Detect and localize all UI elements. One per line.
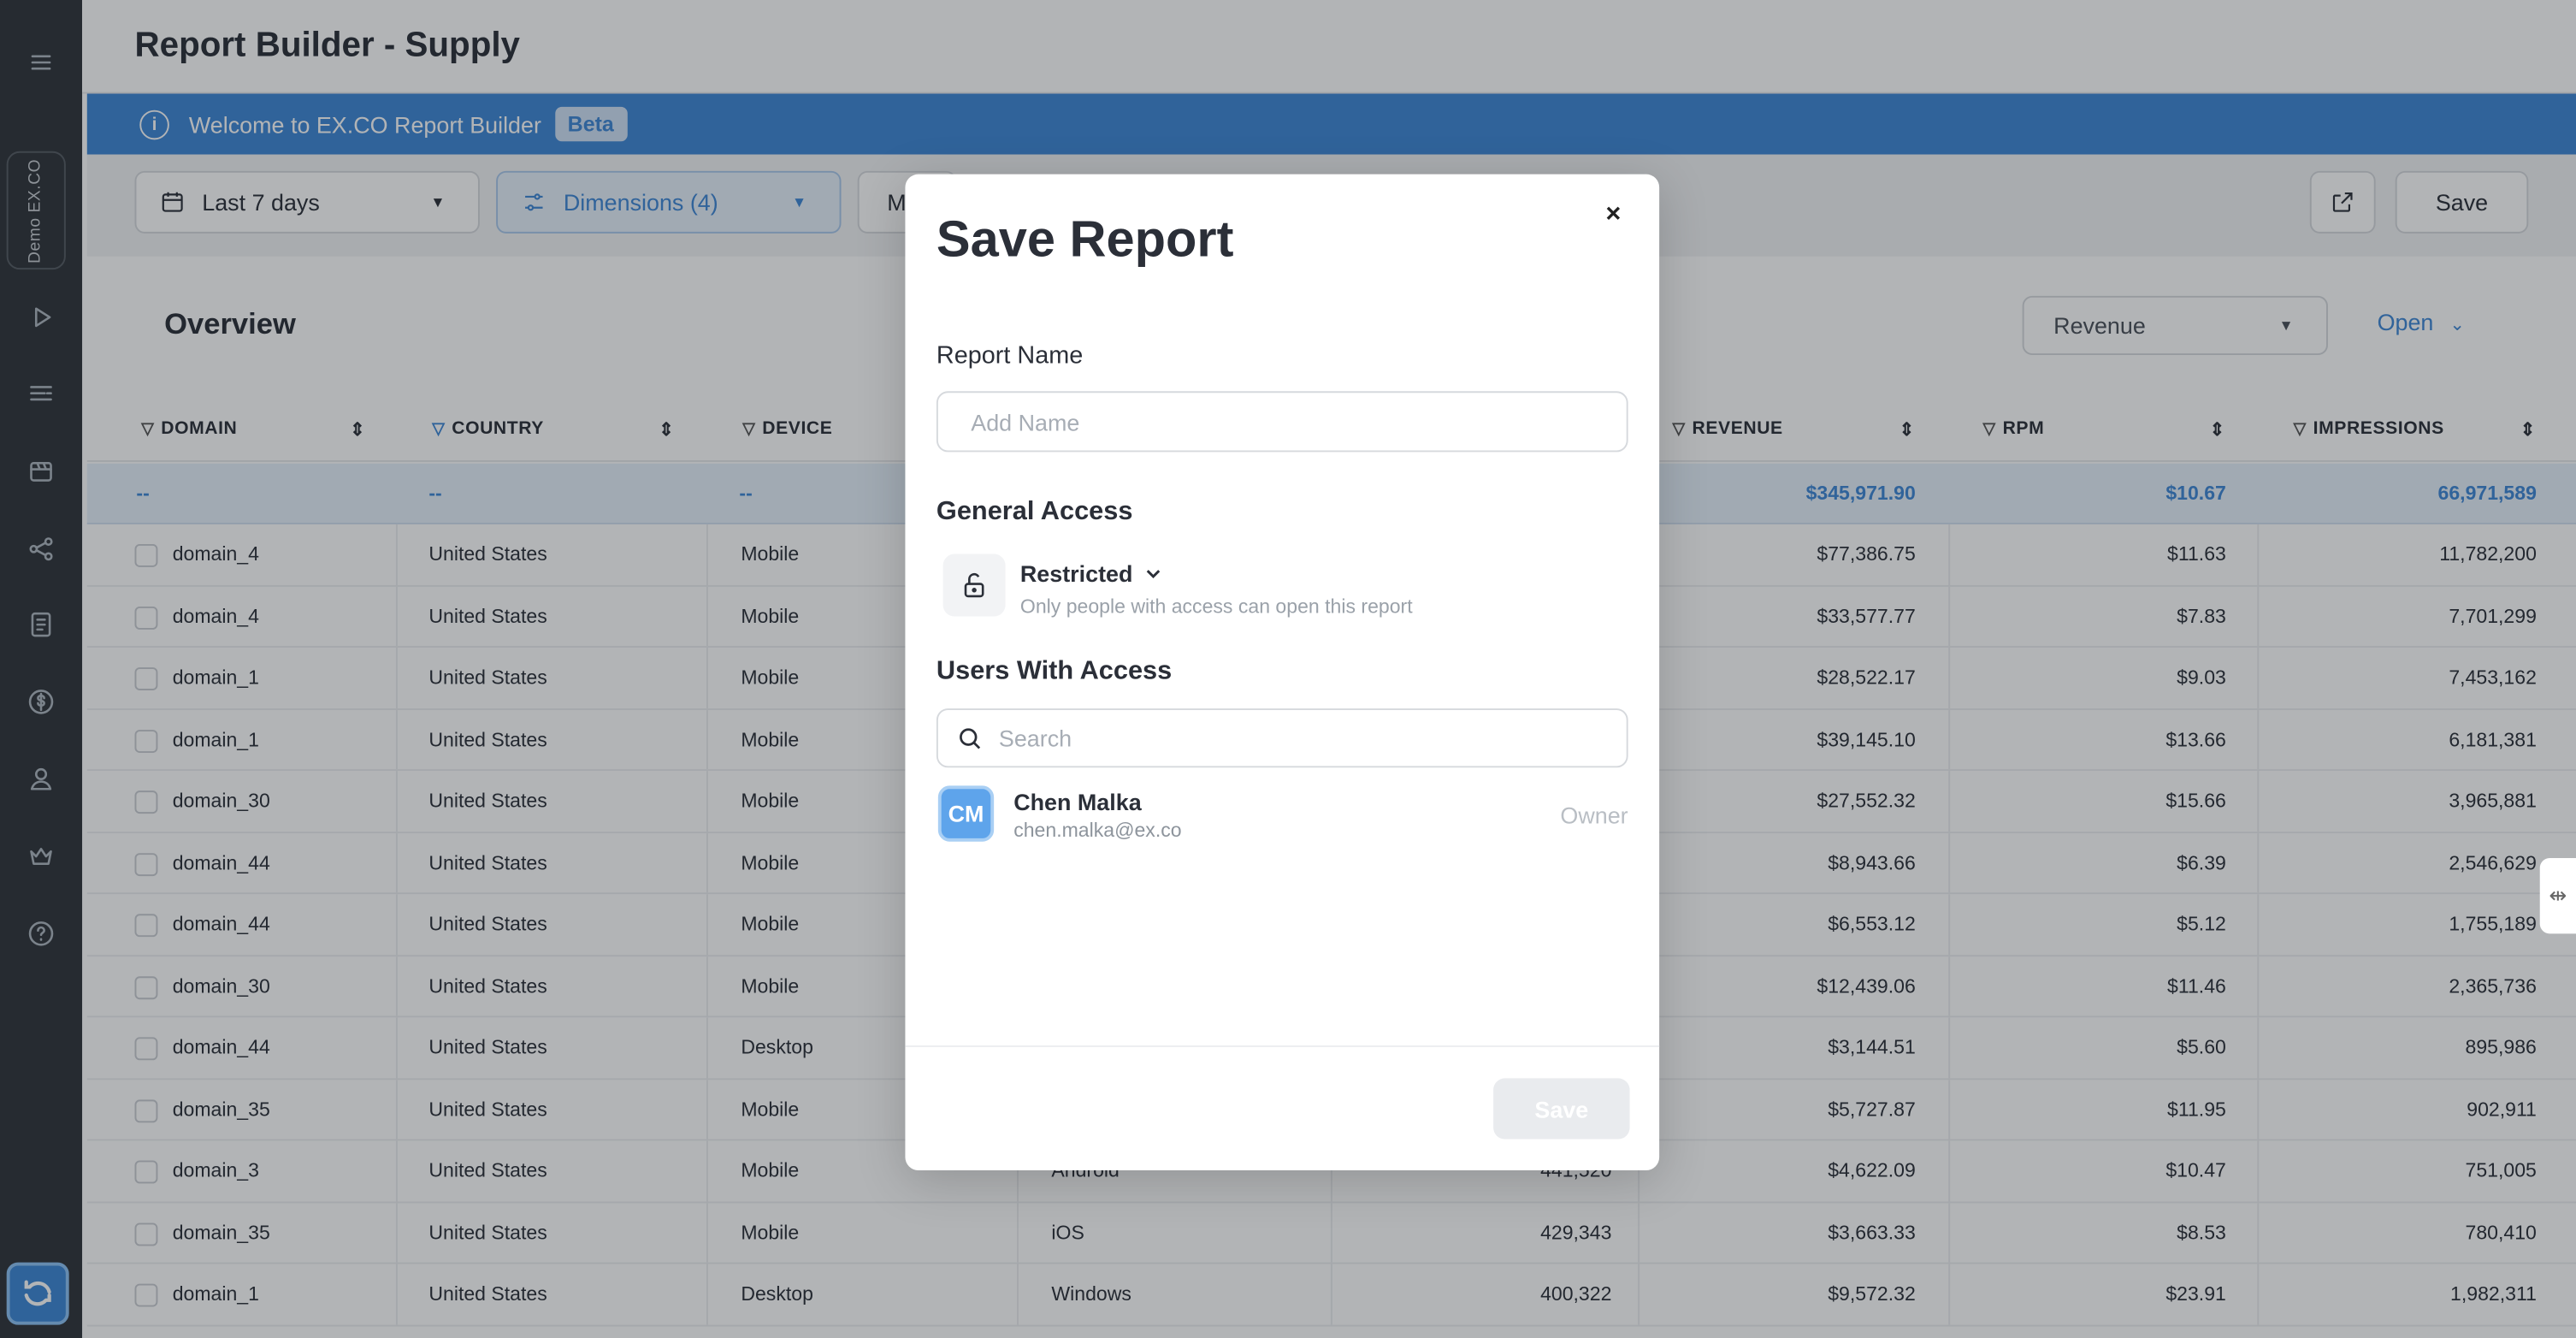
user-name: Chen Malka	[1013, 789, 1142, 816]
save-report-dialog: Save Report × Report Name General Access…	[905, 174, 1660, 1171]
report-name-label: Report Name	[936, 341, 1084, 370]
close-icon[interactable]: ×	[1602, 201, 1625, 228]
collapse-icon: ⇹	[2549, 882, 2567, 908]
access-level-label: Restricted	[1019, 560, 1133, 587]
user-email: chen.malka@ex.co	[1013, 818, 1182, 842]
users-with-access-heading: Users With Access	[936, 657, 1173, 686]
access-description: Only people with access can open this re…	[1019, 595, 1413, 619]
avatar: CM	[937, 785, 995, 842]
side-panel-toggle[interactable]: ⇹	[2539, 857, 2576, 934]
dialog-title: Save Report	[936, 210, 1234, 269]
report-name-input[interactable]	[936, 391, 1628, 453]
general-access-heading: General Access	[936, 498, 1133, 526]
lock-icon	[942, 554, 1006, 617]
user-role: Owner	[1560, 802, 1628, 829]
search-icon	[960, 728, 981, 749]
chevron-down-icon	[1147, 570, 1161, 578]
user-search-input[interactable]	[998, 710, 1607, 765]
access-level-select[interactable]: Restricted	[1020, 560, 1166, 587]
dialog-footer-divider	[905, 1045, 1660, 1047]
dialog-save-button[interactable]: Save	[1493, 1078, 1630, 1140]
app-root: Demo EX.CO Report Builder - Supply i Wel…	[0, 0, 2576, 1338]
user-search	[936, 708, 1628, 768]
